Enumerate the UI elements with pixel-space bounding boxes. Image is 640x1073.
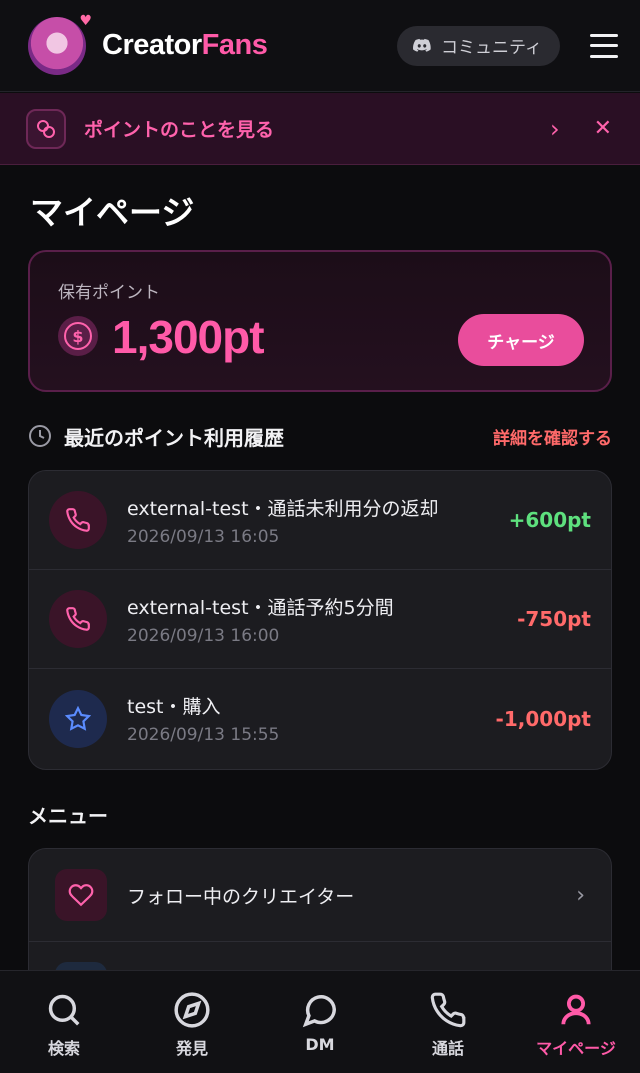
brand-logo[interactable]: CreatorFans bbox=[102, 29, 268, 62]
community-label: コミュニティ bbox=[441, 38, 542, 58]
phone-icon bbox=[49, 491, 107, 549]
heart-icon bbox=[55, 869, 107, 921]
history-list: external-test・通話未利用分の返却 2026/09/13 16:05… bbox=[28, 470, 612, 770]
nav-dm[interactable]: DM bbox=[265, 991, 375, 1054]
chevron-right-icon: › bbox=[576, 882, 585, 908]
banner-text: ポイントのことを見る bbox=[84, 119, 275, 141]
nav-label: DM bbox=[305, 1035, 335, 1054]
points-value: 1,300pt bbox=[112, 311, 265, 363]
star-icon bbox=[49, 689, 107, 748]
history-item-amount: -1,000pt bbox=[495, 706, 591, 731]
chevron-right-icon[interactable]: › bbox=[550, 115, 560, 143]
charge-button[interactable]: チャージ bbox=[458, 314, 584, 366]
nav-discover[interactable]: 発見 bbox=[137, 991, 247, 1059]
brand-name-part2: Fans bbox=[201, 29, 268, 61]
hamburger-menu-icon[interactable] bbox=[590, 33, 618, 58]
brand-name-part1: Creator bbox=[102, 29, 202, 61]
points-balance-card: 保有ポイント $ 1,300pt チャージ bbox=[28, 250, 612, 392]
history-item-title: external-test・通話予約5分間 bbox=[127, 596, 394, 619]
community-button[interactable]: コミュニティ bbox=[397, 25, 560, 66]
logo-avatar[interactable] bbox=[28, 13, 92, 75]
nav-label: 検索 bbox=[47, 1039, 80, 1058]
nav-call[interactable]: 通話 bbox=[393, 991, 503, 1059]
nav-search[interactable]: 検索 bbox=[9, 991, 119, 1059]
history-item-title: external-test・通話未利用分の返却 bbox=[127, 497, 439, 520]
history-item-amount: +600pt bbox=[508, 508, 591, 532]
nav-label: マイページ bbox=[536, 1039, 616, 1058]
history-title: 最近のポイント利用履歴 bbox=[64, 425, 284, 450]
history-item-date: 2026/09/13 15:55 bbox=[127, 725, 280, 745]
history-item-title: test・購入 bbox=[127, 696, 221, 718]
top-header: CreatorFans コミュニティ bbox=[0, 0, 640, 92]
history-row[interactable]: external-test・通話予約5分間 2026/09/13 16:00 -… bbox=[29, 570, 611, 669]
chat-bubble-icon bbox=[302, 995, 336, 1028]
history-item-date: 2026/09/13 16:00 bbox=[127, 625, 280, 646]
search-icon bbox=[48, 994, 80, 1026]
history-row[interactable]: test・購入 2026/09/13 15:55 -1,000pt bbox=[29, 669, 611, 768]
history-item-amount: -750pt bbox=[517, 607, 591, 631]
coins-icon bbox=[26, 108, 66, 149]
points-label: 保有ポイント bbox=[58, 283, 160, 303]
dollar-coin-icon: $ bbox=[58, 316, 98, 356]
history-item-date: 2026/09/13 16:05 bbox=[127, 526, 280, 547]
close-icon[interactable]: ✕ bbox=[594, 116, 612, 141]
phone-icon bbox=[430, 992, 466, 1028]
nav-label: 通話 bbox=[431, 1039, 464, 1058]
history-details-link[interactable]: 詳細を確認する bbox=[493, 424, 612, 449]
compass-icon bbox=[174, 992, 210, 1028]
phone-icon bbox=[49, 590, 107, 648]
history-row[interactable]: external-test・通話未利用分の返却 2026/09/13 16:05… bbox=[29, 471, 611, 570]
nav-label: 発見 bbox=[175, 1039, 208, 1058]
nav-mypage[interactable]: マイページ bbox=[521, 991, 631, 1059]
bottom-navigation: 検索 発見 DM 通話 マイページ bbox=[0, 970, 640, 1073]
menu-item-label: フォロー中のクリエイター bbox=[127, 885, 355, 908]
history-header: 最近のポイント利用履歴 詳細を確認する bbox=[28, 420, 612, 452]
app-root: CreatorFans コミュニティ ポイントのことを見る › ✕ マイページ … bbox=[0, 0, 640, 1073]
user-icon bbox=[561, 994, 591, 1025]
menu-title: メニュー bbox=[28, 804, 108, 828]
menu-item-following-creators[interactable]: フォロー中のクリエイター › bbox=[29, 849, 611, 942]
points-info-banner[interactable]: ポイントのことを見る › ✕ bbox=[0, 93, 640, 165]
page-title: マイページ bbox=[30, 193, 195, 232]
discord-icon bbox=[413, 38, 431, 52]
clock-icon bbox=[29, 425, 51, 447]
